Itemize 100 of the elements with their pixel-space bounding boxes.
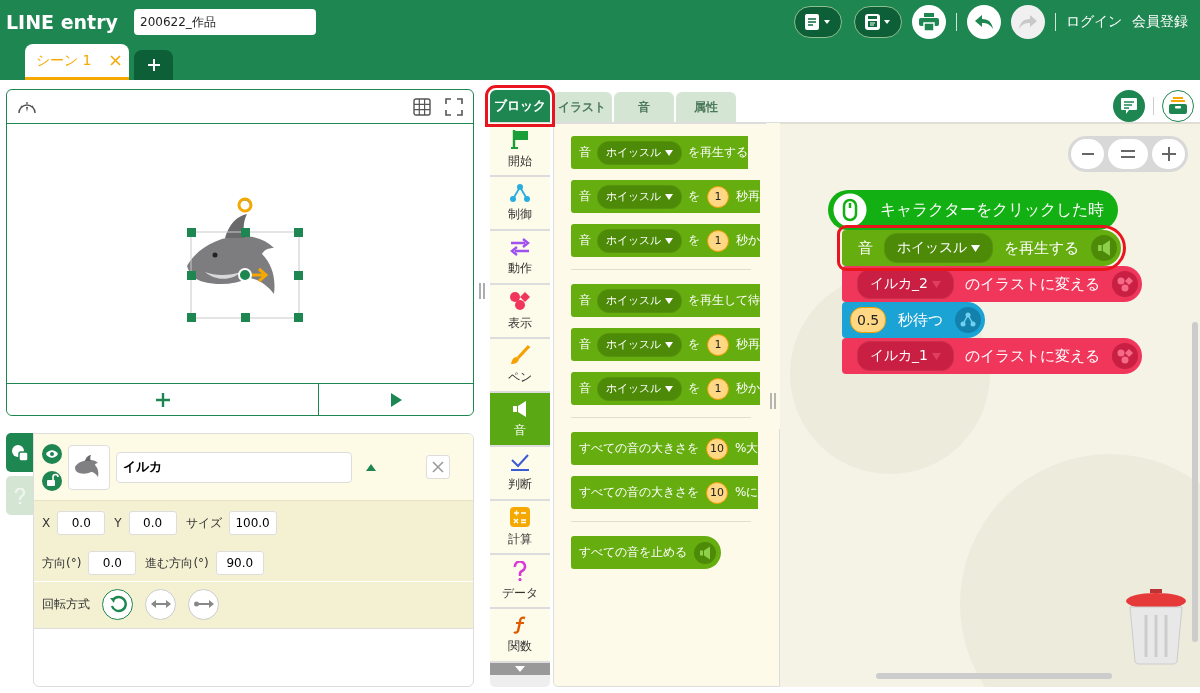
number-field[interactable]: 1: [707, 333, 729, 356]
number-field[interactable]: 0.5: [850, 307, 887, 333]
storage-box-button[interactable]: [1162, 89, 1194, 122]
brush-icon: [510, 344, 530, 365]
resize-handle-icon[interactable]: [479, 282, 485, 299]
dropdown-field[interactable]: ホイッスル: [598, 229, 681, 252]
rotation-mode-button[interactable]: [145, 588, 176, 620]
property-field[interactable]: 0.0: [128, 511, 177, 535]
property-field[interactable]: 100.0: [228, 511, 277, 535]
looks-block[interactable]: イルカ_2 のイラストに変える: [842, 266, 1142, 302]
sound-block[interactable]: すべての音の大きさを 10 %大: [571, 432, 759, 465]
dropdown-field[interactable]: イルカ_2: [858, 270, 953, 298]
property-label: Y: [114, 516, 122, 530]
caret-icon: [665, 341, 673, 348]
login-link[interactable]: ログイン: [1066, 13, 1122, 31]
category-button[interactable]: 表示: [490, 285, 550, 339]
number-field[interactable]: 10: [706, 481, 728, 504]
vertical-scrollbar[interactable]: [1192, 322, 1198, 642]
category-button[interactable]: ペン: [490, 339, 550, 393]
property-label: 方向(°): [42, 554, 82, 572]
delete-button[interactable]: [426, 455, 450, 479]
unlock-icon[interactable]: [42, 470, 62, 491]
caret-icon: [931, 352, 941, 360]
question-icon: [13, 487, 26, 504]
box-icon: [1168, 96, 1188, 115]
category-button[interactable]: 関数: [490, 609, 550, 663]
speaker-icon: [1091, 235, 1117, 261]
check-icon: [510, 453, 530, 472]
objects-tab[interactable]: [6, 433, 33, 472]
sound-block[interactable]: すべての音の大きさを 10 %に: [571, 476, 759, 509]
trash-can-icon[interactable]: [1124, 587, 1188, 665]
property-field[interactable]: 0.0: [57, 511, 106, 535]
palette-tab[interactable]: 音: [614, 92, 674, 122]
dropdown-field[interactable]: ホイッスル: [598, 141, 681, 164]
category-button[interactable]: 制御: [490, 177, 550, 231]
rotation-mode-button[interactable]: [102, 588, 133, 620]
redo-icon: [1018, 14, 1038, 30]
resize-handle-icon[interactable]: [770, 393, 776, 409]
dropdown-field[interactable]: ホイッスル: [598, 185, 681, 208]
category-button[interactable]: 判断: [490, 447, 550, 501]
speaker-icon: [512, 399, 528, 418]
category-button[interactable]: データ: [490, 555, 550, 609]
sound-block[interactable]: 音 ホイッスル を 1 秒か: [571, 372, 760, 405]
selection-frame[interactable]: [187, 197, 303, 322]
number-field[interactable]: 1: [707, 185, 729, 208]
print-button[interactable]: [912, 5, 946, 39]
property-field[interactable]: 0.0: [88, 551, 137, 575]
zoom-in-button[interactable]: [1152, 139, 1185, 169]
undo-button[interactable]: [967, 5, 1001, 39]
grid-icon[interactable]: [413, 97, 431, 116]
number-field[interactable]: 10: [706, 437, 728, 460]
plus-icon: [1161, 147, 1176, 161]
shapes-icon: [1111, 343, 1138, 369]
sound-block[interactable]: 音 ホイッスル を再生する: [571, 136, 748, 169]
save-button[interactable]: [854, 6, 902, 38]
sound-block[interactable]: 音 ホイッスル を 1 秒再: [571, 180, 760, 213]
caret-icon: [665, 193, 673, 200]
fullscreen-icon[interactable]: [445, 97, 463, 116]
calculator-icon: [510, 506, 530, 527]
plus-icon: [146, 58, 161, 72]
flow-block[interactable]: 0.5 秒待つ: [842, 302, 986, 338]
signup-link[interactable]: 会員登録: [1132, 13, 1188, 31]
object-name-field[interactable]: イルカ: [116, 451, 352, 483]
horizontal-scrollbar[interactable]: [876, 673, 1112, 679]
floppy-disk-icon: [864, 12, 892, 32]
dropdown-field[interactable]: ホイッスル: [598, 377, 681, 400]
printer-icon: [919, 13, 939, 31]
play-button[interactable]: [318, 384, 473, 415]
close-icon: [432, 461, 444, 473]
speaker-icon: [694, 541, 716, 564]
sound-block[interactable]: 音 ホイッスル を 1 秒か: [571, 224, 760, 257]
zoom-out-button[interactable]: [1071, 139, 1104, 169]
dropdown-field[interactable]: イルカ_1: [858, 342, 953, 370]
rotation-mode-button[interactable]: [188, 588, 219, 620]
palette-tab[interactable]: 属性: [676, 92, 736, 122]
sound-block[interactable]: 音 ホイッスル を再生して待: [571, 284, 760, 317]
scroll-down-button[interactable]: [490, 663, 550, 675]
collapse-arrow-icon[interactable]: [366, 463, 376, 471]
looks-block[interactable]: イルカ_1 のイラストに変える: [842, 338, 1142, 374]
sound-block[interactable]: 音 ホイッスル を 1 秒再: [571, 328, 760, 361]
property-field[interactable]: 90.0: [215, 551, 264, 575]
new-document-button[interactable]: [794, 6, 842, 38]
zoom-reset-button[interactable]: [1108, 139, 1148, 169]
eye-icon[interactable]: [42, 443, 62, 464]
add-scene-button[interactable]: [134, 50, 173, 80]
dropdown-field[interactable]: ホイッスル: [598, 333, 681, 356]
equals-icon: [1121, 150, 1135, 158]
palette-tab[interactable]: イラスト: [552, 92, 612, 122]
category-button[interactable]: 動作: [490, 231, 550, 285]
category-button[interactable]: 開始: [490, 123, 550, 177]
comment-button[interactable]: [1113, 89, 1145, 122]
dropdown-field[interactable]: ホイッスル: [598, 289, 681, 312]
dropdown-field[interactable]: ホイッスル: [885, 234, 992, 262]
project-name-field[interactable]: 200622_作品: [134, 9, 316, 35]
plus-icon: [155, 392, 170, 407]
number-field[interactable]: 1: [707, 377, 729, 400]
category-button[interactable]: 計算: [490, 501, 550, 555]
number-field[interactable]: 1: [707, 229, 729, 252]
branch-icon: [955, 307, 982, 333]
property-label: 進む方向(°): [145, 554, 209, 572]
